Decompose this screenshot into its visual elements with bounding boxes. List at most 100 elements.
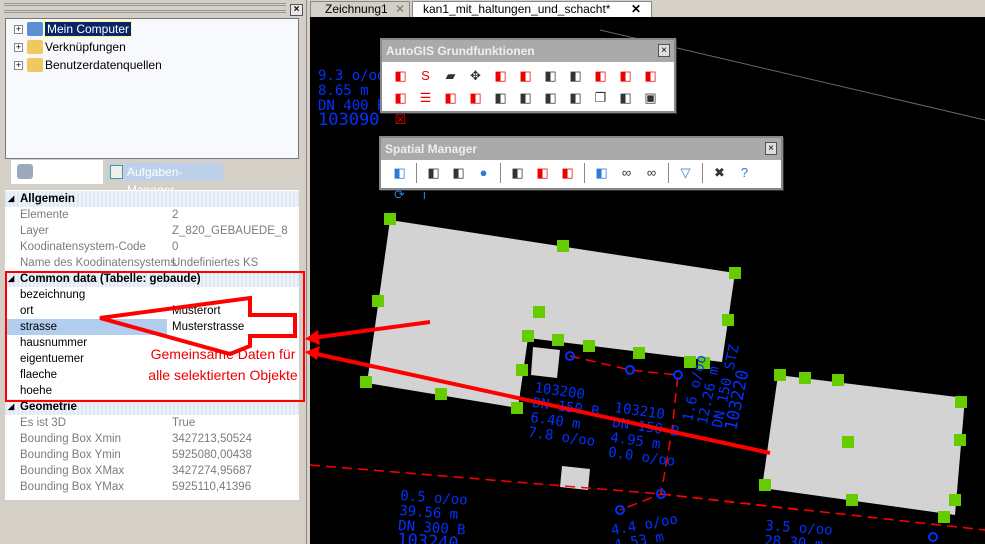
document-icon[interactable]: ☰ [417, 89, 435, 107]
source-tree: + Mein Computer + Verknüpfungen + Benutzerd… [5, 18, 299, 159]
key-document-icon[interactable]: ◧ [442, 89, 460, 107]
toolbar-title[interactable]: AutoGIS Grundfunktionen [382, 40, 674, 62]
computer-icon [27, 22, 43, 36]
image-icon[interactable]: ◧ [509, 164, 527, 182]
property-row[interactable]: Bounding Box YMax 5925110,41396 [5, 479, 299, 495]
paint-icon[interactable]: ◧ [617, 89, 635, 107]
info-icon[interactable]: i [416, 186, 434, 204]
panel-icon[interactable]: ◧ [391, 164, 409, 182]
grip-point [552, 334, 564, 346]
grip-point [846, 494, 858, 506]
property-row[interactable]: Layer Z_820_GEBAUEDE_8 [5, 223, 299, 239]
pipe-label: 9.3 o/oo [318, 68, 385, 84]
expand-icon[interactable]: + [14, 60, 23, 70]
property-row[interactable]: Bounding Box Xmin 3427213,50524 [5, 431, 299, 447]
small-building[interactable] [531, 347, 560, 378]
property-row[interactable]: Es ist 3D True [5, 415, 299, 431]
move-icon[interactable]: ✥ [467, 67, 485, 85]
expand-icon[interactable]: + [14, 24, 23, 34]
document-tabs: Zeichnung1 ✕ kan1_mit_haltungen_und_schac… [308, 0, 985, 17]
folder-shortcut-icon [27, 40, 43, 54]
image-delete-icon[interactable]: ◧ [534, 164, 552, 182]
pipe-label: 8.65 m [318, 83, 369, 99]
break-icon[interactable]: ◧ [542, 67, 560, 85]
key-edit-icon[interactable]: ◧ [467, 89, 485, 107]
attribute-copy-icon[interactable]: ◧ [617, 67, 635, 85]
tab-kan1[interactable]: kan1_mit_haltungen_und_schacht* ✕ [412, 1, 652, 17]
property-row[interactable]: Koodinatensystem-Code 0 [5, 239, 299, 255]
table-edit-icon[interactable]: ◧ [593, 164, 611, 182]
key-pen-icon[interactable]: ◧ [517, 89, 535, 107]
close-icon[interactable]: ✕ [395, 2, 405, 17]
grip-point [759, 479, 771, 491]
grip-point [533, 306, 545, 318]
toolbar-close-button[interactable]: × [765, 142, 777, 155]
grip-point [955, 396, 967, 408]
tab-aufgaben-manager[interactable]: Aufgaben-Manager [107, 163, 223, 197]
close-icon[interactable]: ✕ [631, 2, 641, 17]
manhole-icon [928, 532, 938, 542]
key-copy-icon[interactable]: ◧ [492, 89, 510, 107]
panel-grip[interactable] [4, 3, 286, 13]
link-icon[interactable]: ∞ [618, 164, 636, 182]
image-edit-icon[interactable]: ◧ [559, 164, 577, 182]
property-row[interactable]: Elemente 2 [5, 207, 299, 223]
pipe-label: 7.8 o/oo [527, 425, 596, 450]
toolbar-title[interactable]: Spatial Manager [381, 138, 781, 160]
split-icon[interactable]: ◧ [517, 67, 535, 85]
grip-point [384, 213, 396, 225]
flip-icon[interactable]: ◧ [567, 67, 585, 85]
tree-item-benutzerdatenquellen[interactable]: + Benutzerdatenquellen [14, 57, 162, 73]
tree-item-mein-computer[interactable]: + Mein Computer [14, 21, 133, 37]
property-row[interactable]: Name des Koodinatensystems Undefiniertes … [5, 255, 299, 271]
polygon-select-icon[interactable]: ◧ [392, 67, 410, 85]
panel-close-button[interactable]: × [290, 4, 303, 16]
copy-icon[interactable]: ❐ [592, 89, 610, 107]
grip-point [557, 240, 569, 252]
expand-icon[interactable]: + [14, 42, 23, 52]
category-allgemein[interactable]: ◢ Allgemein [5, 191, 299, 207]
tools-icon[interactable]: ✖ [711, 164, 729, 182]
task-list-icon [110, 165, 123, 179]
import-icon[interactable]: ◧ [425, 164, 443, 182]
tree-item-verknuepfungen[interactable]: + Verknüpfungen [14, 39, 126, 55]
lamp-icon[interactable]: ◧ [567, 89, 585, 107]
toolbar-separator [668, 163, 669, 183]
database-icon [17, 164, 33, 179]
property-row[interactable]: Bounding Box Ymin 5925080,00438 [5, 447, 299, 463]
collapse-icon[interactable]: ◢ [8, 191, 14, 207]
annotation-text: Gemeinsame Daten für alle selektierten Ob… [148, 346, 298, 383]
spatial-manager-toolbar: Spatial Manager × ◧ ◧ ◧ ● ◧ ◧ ◧ ◧ ∞ ∞ ▽ ✖? ⟳ i [379, 136, 783, 202]
grip-point [511, 402, 523, 414]
grip-point [949, 494, 961, 506]
sql-icon[interactable]: S [417, 67, 435, 85]
pipe-label: 103090 [318, 110, 379, 130]
grip-point [774, 369, 786, 381]
edit-line-red-icon[interactable]: ◧ [392, 89, 410, 107]
tab-datasources[interactable] [11, 160, 103, 184]
property-row[interactable]: Bounding Box XMax 3427274,95687 [5, 463, 299, 479]
grip-point [842, 436, 854, 448]
open-folder-icon[interactable]: ▰ [442, 67, 460, 85]
globe-icon[interactable]: ● [475, 164, 493, 182]
export-icon[interactable]: ◧ [450, 164, 468, 182]
building-2[interactable] [762, 375, 965, 515]
attribute-down-icon[interactable]: ◧ [592, 67, 610, 85]
delete-save-icon[interactable]: ☒ [392, 111, 410, 129]
toolbar-separator [416, 163, 417, 183]
save-icon[interactable]: ▣ [642, 89, 660, 107]
unlink-icon[interactable]: ∞ [643, 164, 661, 182]
key-search-icon[interactable]: ◧ [542, 89, 560, 107]
filter-icon[interactable]: ▽ [677, 164, 695, 182]
building-1[interactable] [367, 220, 735, 408]
grip-point [954, 434, 966, 446]
toolbar-separator [702, 163, 703, 183]
edit-line-icon[interactable]: ◧ [642, 67, 660, 85]
toolbar-close-button[interactable]: × [658, 44, 670, 57]
insert-icon[interactable]: ◧ [492, 67, 510, 85]
toolbar-separator [584, 163, 585, 183]
refresh-icon[interactable]: ⟳ [391, 186, 409, 204]
grip-point [372, 295, 384, 307]
tab-zeichnung1[interactable]: Zeichnung1 ✕ [310, 1, 410, 17]
help-icon[interactable]: ? [736, 164, 754, 182]
